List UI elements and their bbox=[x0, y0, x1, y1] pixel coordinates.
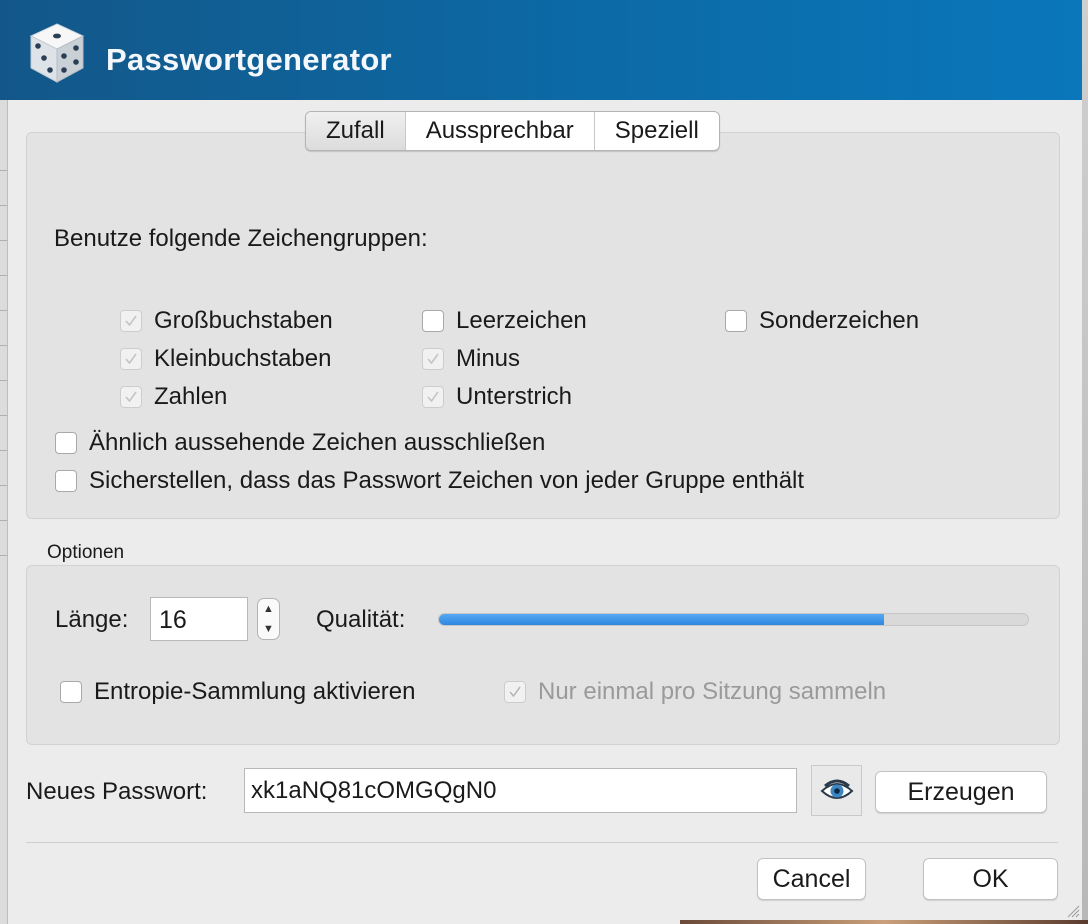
checkbox-box[interactable] bbox=[422, 348, 444, 370]
checkbox-space[interactable]: Leerzeichen bbox=[422, 307, 587, 335]
checkbox-label: Minus bbox=[456, 345, 521, 372]
options-panel bbox=[26, 565, 1060, 745]
resize-grip-icon[interactable] bbox=[1066, 904, 1080, 918]
checkbox-label: Sicherstellen, dass das Passwort Zeichen… bbox=[89, 467, 805, 494]
checkbox-lowercase[interactable]: Kleinbuchstaben bbox=[120, 345, 331, 373]
checkbox-box[interactable] bbox=[725, 310, 747, 332]
checkbox-box[interactable] bbox=[422, 386, 444, 408]
dice-icon bbox=[29, 23, 85, 83]
ok-button[interactable]: OK bbox=[923, 858, 1058, 900]
tab-speziell[interactable]: Speziell bbox=[595, 112, 719, 150]
options-heading: Optionen bbox=[47, 542, 125, 563]
cancel-button[interactable]: Cancel bbox=[757, 858, 866, 900]
length-input[interactable]: 16 bbox=[150, 597, 248, 641]
checkbox-underscore[interactable]: Unterstrich bbox=[422, 383, 572, 411]
new-password-label: Neues Passwort: bbox=[26, 778, 208, 805]
quality-meter bbox=[438, 613, 1029, 626]
checkbox-label: Sonderzeichen bbox=[759, 307, 920, 334]
chevron-up-icon[interactable]: ▲ bbox=[258, 599, 279, 619]
eye-icon bbox=[820, 779, 854, 799]
title-bar[interactable]: Passwortgenerator bbox=[0, 0, 1082, 100]
background-window-edge bbox=[0, 100, 8, 924]
checkbox-box[interactable] bbox=[55, 470, 77, 492]
quality-meter-fill bbox=[439, 614, 884, 625]
checkbox-minus[interactable]: Minus bbox=[422, 345, 520, 373]
checkmark-icon bbox=[427, 391, 439, 403]
checkbox-label: Kleinbuchstaben bbox=[154, 345, 332, 372]
tab-zufall[interactable]: Zufall bbox=[306, 112, 406, 150]
checkbox-special[interactable]: Sonderzeichen bbox=[725, 307, 919, 335]
checkbox-label: Unterstrich bbox=[456, 383, 573, 410]
window-title: Passwortgenerator bbox=[106, 42, 392, 77]
checkmark-icon bbox=[125, 353, 137, 365]
checkbox-digits[interactable]: Zahlen bbox=[120, 383, 227, 411]
checkmark-icon bbox=[125, 315, 137, 327]
checkbox-exclude-similar[interactable]: Ähnlich aussehende Zeichen ausschließen bbox=[55, 429, 545, 457]
checkbox-every-group[interactable]: Sicherstellen, dass das Passwort Zeichen… bbox=[55, 467, 804, 495]
generate-button[interactable]: Erzeugen bbox=[875, 771, 1047, 813]
separator bbox=[26, 842, 1058, 843]
checkmark-icon bbox=[427, 353, 439, 365]
length-label: Länge: bbox=[55, 606, 129, 633]
checkbox-label: Leerzeichen bbox=[456, 307, 587, 334]
generator-tabs: Zufall Aussprechbar Speziell bbox=[305, 111, 720, 151]
checkbox-label: Zahlen bbox=[154, 383, 228, 410]
background-window-edge-right bbox=[1082, 0, 1088, 924]
background-desktop-strip bbox=[680, 920, 1088, 924]
checkbox-box[interactable] bbox=[60, 681, 82, 703]
checkbox-box[interactable] bbox=[504, 681, 526, 703]
groups-heading: Benutze folgende Zeichengruppen: bbox=[54, 225, 428, 252]
checkbox-box[interactable] bbox=[120, 386, 142, 408]
checkbox-label: Entropie-Sammlung aktivieren bbox=[94, 678, 416, 705]
checkbox-once-per-session[interactable]: Nur einmal pro Sitzung sammeln bbox=[504, 678, 886, 706]
toggle-password-visibility-button[interactable] bbox=[811, 765, 862, 816]
quality-label: Qualität: bbox=[316, 606, 406, 633]
checkmark-icon bbox=[125, 391, 137, 403]
length-stepper[interactable]: ▲ ▼ bbox=[257, 598, 280, 640]
checkbox-entropy[interactable]: Entropie-Sammlung aktivieren bbox=[60, 678, 415, 706]
chevron-down-icon[interactable]: ▼ bbox=[258, 619, 279, 639]
checkbox-uppercase[interactable]: Großbuchstaben bbox=[120, 307, 333, 335]
checkbox-label: Ähnlich aussehende Zeichen ausschließen bbox=[89, 429, 546, 456]
checkbox-box[interactable] bbox=[120, 310, 142, 332]
password-field[interactable]: xk1aNQ81cOMGQgN0 bbox=[244, 768, 797, 813]
checkbox-label: Großbuchstaben bbox=[154, 307, 333, 334]
checkbox-box[interactable] bbox=[55, 432, 77, 454]
checkmark-icon bbox=[509, 686, 521, 698]
checkbox-box[interactable] bbox=[120, 348, 142, 370]
checkbox-label: Nur einmal pro Sitzung sammeln bbox=[538, 678, 887, 705]
tab-aussprechbar[interactable]: Aussprechbar bbox=[406, 112, 595, 150]
checkbox-box[interactable] bbox=[422, 310, 444, 332]
